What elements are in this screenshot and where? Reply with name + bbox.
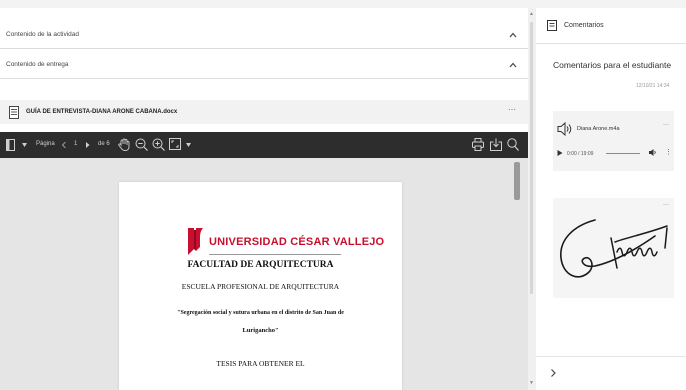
audio-comment-card: Diana Arone.m4a ··· 0:00 / 19:09 ⋮ <box>553 111 674 171</box>
thesis-title-line1: "Segregación social y sutura urbana en e… <box>177 310 344 316</box>
comments-footer <box>536 356 686 390</box>
comment-timestamp: 12/10/21 14:34 <box>636 83 670 89</box>
accordion-label: Contenido de la actividad <box>6 31 79 38</box>
comments-subtitle: Comentarios para el estudiante <box>553 60 672 70</box>
search-icon[interactable] <box>507 138 519 151</box>
comments-header: Comentarios <box>536 8 686 44</box>
audio-more-button[interactable]: ··· <box>663 122 669 128</box>
university-logo-icon <box>188 228 203 255</box>
zoom-in-icon[interactable] <box>152 138 165 151</box>
audio-time: 0:00 / 19:09 <box>567 151 594 157</box>
play-icon[interactable] <box>557 150 563 156</box>
caret-down-icon[interactable] <box>186 143 191 147</box>
accordion-label: Contenido de entrega <box>6 61 69 68</box>
comment-icon <box>547 20 557 31</box>
caret-down-icon[interactable] <box>22 143 27 147</box>
document-icon <box>9 106 19 119</box>
sidebar-toggle-icon[interactable] <box>6 139 15 151</box>
app-window: Contenido de la actividad Contenido de e… <box>0 0 686 390</box>
volume-icon[interactable] <box>649 149 657 156</box>
viewer-scrollbar[interactable] <box>514 162 520 200</box>
total-pages: de 6 <box>98 141 110 147</box>
splitter-scroll-thumb[interactable] <box>530 22 533 294</box>
hand-tool-icon[interactable] <box>118 138 130 151</box>
thesis-purpose: TESIS PARA OBTENER EL <box>216 359 305 368</box>
viewer-toolbar: Página 1 de 6 <box>0 132 528 158</box>
audio-progress-track[interactable] <box>606 153 640 154</box>
speaker-icon <box>557 122 572 136</box>
file-header: GUÍA DE ENTREVISTA-DIANA ARONE CABANA.do… <box>0 100 528 124</box>
submission-panel: Contenido de la actividad Contenido de e… <box>0 8 528 390</box>
chevron-right-icon[interactable] <box>548 368 558 378</box>
current-page-input[interactable]: 1 <box>74 141 77 147</box>
accordion-activity-content[interactable]: Contenido de la actividad <box>0 23 528 49</box>
fit-page-icon[interactable] <box>169 138 181 150</box>
page-label: Página <box>36 141 55 147</box>
audio-filename[interactable]: Diana Arone.m4a <box>577 126 620 132</box>
comments-title: Comentarios <box>564 22 604 29</box>
thesis-title-line2: Lurigancho" <box>242 327 279 334</box>
file-more-button[interactable]: ··· <box>508 105 516 114</box>
zoom-out-icon[interactable] <box>135 138 148 151</box>
logo-divider <box>209 254 341 255</box>
faculty-text: FACULTAD DE ARQUITECTURA <box>187 260 334 270</box>
file-name: GUÍA DE ENTREVISTA-DIANA ARONE CABANA.do… <box>26 109 178 115</box>
document-page: UNIVERSIDAD CÉSAR VALLEJO FACULTAD DE AR… <box>119 182 402 390</box>
signature-image <box>560 219 668 278</box>
scroll-down-arrow-icon[interactable]: ▼ <box>529 380 534 386</box>
next-page-icon[interactable] <box>86 142 90 148</box>
top-strip <box>0 0 686 8</box>
comments-panel: Comentarios Comentarios para el estudian… <box>536 8 686 390</box>
school-text: ESCUELA PROFESIONAL DE ARQUITECTURA <box>181 282 340 291</box>
audio-options-icon[interactable]: ⋮ <box>665 148 672 156</box>
print-icon[interactable] <box>472 138 484 151</box>
document-viewer[interactable]: UNIVERSIDAD CÉSAR VALLEJO FACULTAD DE AR… <box>0 158 528 390</box>
university-name: UNIVERSIDAD CÉSAR VALLEJO <box>209 236 385 248</box>
accordion-delivery-content[interactable]: Contenido de entrega <box>0 53 528 79</box>
scroll-up-arrow-icon[interactable]: ▲ <box>529 11 534 17</box>
chevron-up-icon[interactable] <box>508 30 518 40</box>
download-icon[interactable] <box>490 138 502 151</box>
prev-page-icon[interactable] <box>62 142 66 148</box>
signature-card: ··· <box>553 198 674 298</box>
panel-splitter[interactable]: ▲ ▼ <box>528 8 536 390</box>
chevron-up-icon[interactable] <box>508 60 518 70</box>
